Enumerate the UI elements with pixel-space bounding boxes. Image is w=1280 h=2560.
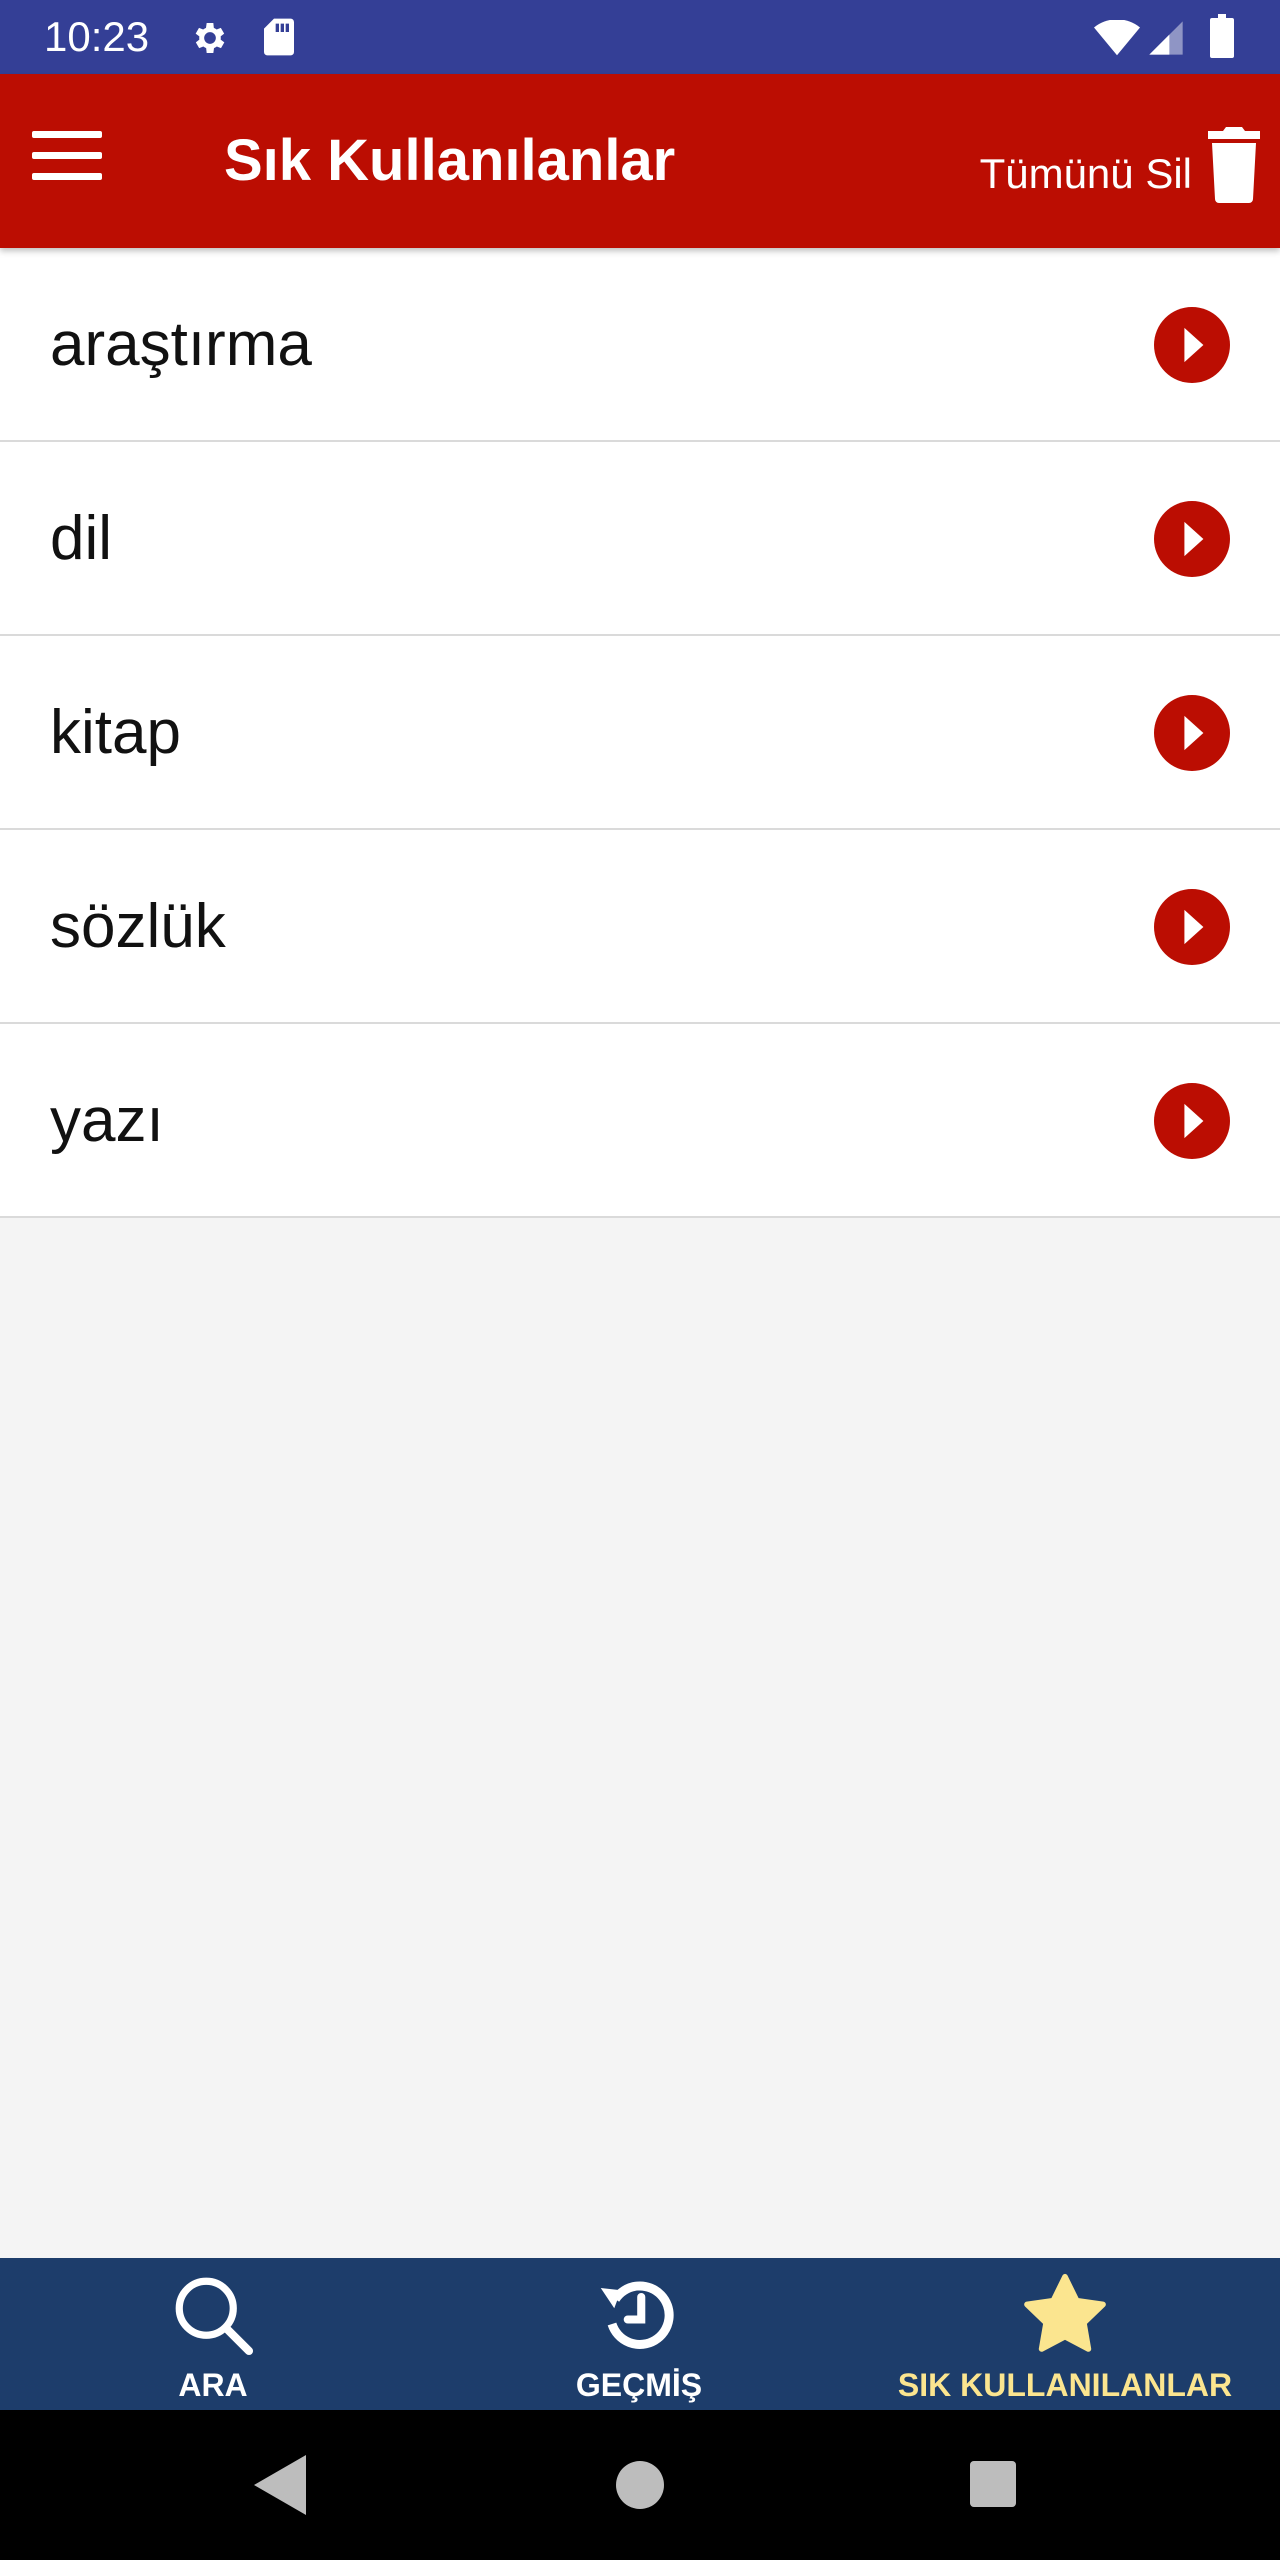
system-navigation-bar xyxy=(0,2410,1280,2560)
play-circle-icon[interactable] xyxy=(1154,307,1230,383)
status-bar: 10:23 xyxy=(0,0,1280,74)
list-item-word: kitap xyxy=(50,698,181,767)
status-time: 10:23 xyxy=(44,13,150,60)
search-icon xyxy=(175,2277,254,2356)
trash-icon xyxy=(1208,127,1260,203)
favorites-list: araştırma dil kitap sözlük yazı xyxy=(0,248,1280,1218)
play-circle-icon[interactable] xyxy=(1154,501,1230,577)
tab-search[interactable]: ARA xyxy=(0,2258,426,2410)
play-circle-icon[interactable] xyxy=(1154,889,1230,965)
page-title: Sık Kullanılanlar xyxy=(224,128,676,193)
list-item-word: araştırma xyxy=(50,310,312,379)
sd-card-icon xyxy=(264,18,294,56)
list-item[interactable]: araştırma xyxy=(0,248,1280,442)
list-item[interactable]: yazı xyxy=(0,1024,1280,1218)
menu-icon[interactable] xyxy=(32,131,102,187)
gear-icon xyxy=(195,23,225,53)
tab-search-label: ARA xyxy=(178,2367,248,2403)
tab-favorites[interactable]: SIK KULLANILANLAR xyxy=(852,2258,1278,2410)
list-item[interactable]: sözlük xyxy=(0,830,1280,1024)
play-circle-icon[interactable] xyxy=(1154,1083,1230,1159)
clear-all-label: Tümünü Sil xyxy=(979,150,1192,197)
signal-icon xyxy=(1149,21,1183,55)
clear-all-button[interactable]: Tümünü Sil xyxy=(980,120,1262,210)
battery-icon xyxy=(1210,14,1234,58)
tab-favorites-label: SIK KULLANILANLAR xyxy=(897,2367,1233,2403)
star-icon xyxy=(1024,2273,1106,2352)
history-icon xyxy=(600,2281,674,2349)
list-item[interactable]: dil xyxy=(0,442,1280,636)
bottom-navigation: ARA GEÇMİŞ SIK KULLANILANLAR xyxy=(0,2258,1280,2410)
list-item-word: sözlük xyxy=(50,892,226,961)
back-icon[interactable] xyxy=(254,2455,306,2515)
recents-icon[interactable] xyxy=(970,2461,1016,2507)
play-circle-icon[interactable] xyxy=(1154,695,1230,771)
list-item-word: dil xyxy=(50,504,113,573)
home-icon[interactable] xyxy=(616,2461,664,2509)
list-item[interactable]: kitap xyxy=(0,636,1280,830)
wifi-icon xyxy=(1094,20,1140,56)
tab-history[interactable]: GEÇMİŞ xyxy=(426,2258,852,2410)
tab-history-label: GEÇMİŞ xyxy=(575,2367,703,2403)
list-item-word: yazı xyxy=(50,1086,164,1155)
app-bar: Sık Kullanılanlar Tümünü Sil xyxy=(0,74,1280,248)
